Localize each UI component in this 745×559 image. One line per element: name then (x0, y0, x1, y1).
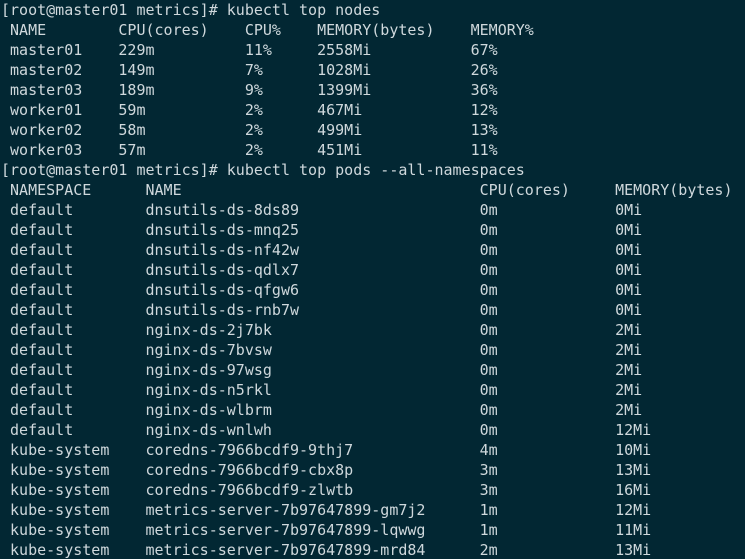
pods-table-header: NAMESPACE NAME CPU(cores) MEMORY(bytes) (1, 181, 733, 199)
table-row: default nginx-ds-wlbrm 0m 2Mi (1, 401, 643, 419)
table-row: worker01 59m 2% 467Mi 12% (1, 101, 498, 119)
table-row: default dnsutils-ds-qfgw6 0m 0Mi (1, 281, 643, 299)
table-row: default dnsutils-ds-nf42w 0m 0Mi (1, 241, 643, 259)
table-row: default nginx-ds-n5rkl 0m 2Mi (1, 381, 643, 399)
command-prompt-line[interactable]: [root@master01 metrics]# kubectl top pod… (1, 160, 745, 180)
table-row: default nginx-ds-97wsg 0m 2Mi (1, 361, 643, 379)
table-row: default dnsutils-ds-rnb7w 0m 0Mi (1, 301, 643, 319)
command-prompt-line[interactable]: [root@master01 metrics]# kubectl top nod… (1, 0, 745, 20)
table-row: kube-system metrics-server-7b97647899-gm… (1, 501, 652, 519)
table-row: kube-system coredns-7966bcdf9-zlwtb 3m 1… (1, 481, 652, 499)
table-row: worker03 57m 2% 451Mi 11% (1, 141, 498, 159)
table-row: default dnsutils-ds-qdlx7 0m 0Mi (1, 261, 643, 279)
table-row: default nginx-ds-7bvsw 0m 2Mi (1, 341, 643, 359)
table-row: default dnsutils-ds-mnq25 0m 0Mi (1, 221, 643, 239)
nodes-table-header: NAME CPU(cores) CPU% MEMORY(bytes) MEMOR… (1, 21, 534, 39)
table-row: master02 149m 7% 1028Mi 26% (1, 61, 498, 79)
terminal-window[interactable]: [root@master01 metrics]# kubectl top nod… (0, 0, 745, 559)
table-row: default nginx-ds-wnlwh 0m 12Mi (1, 421, 652, 439)
table-row: master03 189m 9% 1399Mi 36% (1, 81, 498, 99)
table-row: default dnsutils-ds-8ds89 0m 0Mi (1, 201, 643, 219)
table-row: kube-system coredns-7966bcdf9-9thj7 4m 1… (1, 441, 652, 459)
table-row: kube-system coredns-7966bcdf9-cbx8p 3m 1… (1, 461, 652, 479)
table-row: master01 229m 11% 2558Mi 67% (1, 41, 498, 59)
table-row: worker02 58m 2% 499Mi 13% (1, 121, 498, 139)
table-row: kube-system metrics-server-7b97647899-mr… (1, 541, 652, 559)
table-row: kube-system metrics-server-7b97647899-lq… (1, 521, 652, 539)
table-row: default nginx-ds-2j7bk 0m 2Mi (1, 321, 643, 339)
terminal-screen[interactable]: [root@master01 metrics]# kubectl top nod… (0, 0, 745, 559)
